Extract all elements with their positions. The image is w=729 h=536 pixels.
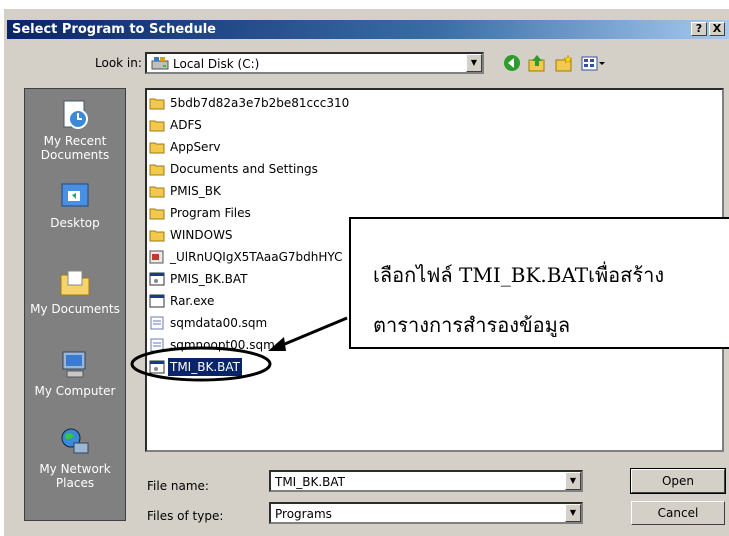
highlight-ellipse: [130, 346, 272, 382]
arrowhead: [268, 337, 286, 351]
annotation-arrow: [279, 316, 348, 348]
annotation-overlay: [130, 316, 348, 382]
